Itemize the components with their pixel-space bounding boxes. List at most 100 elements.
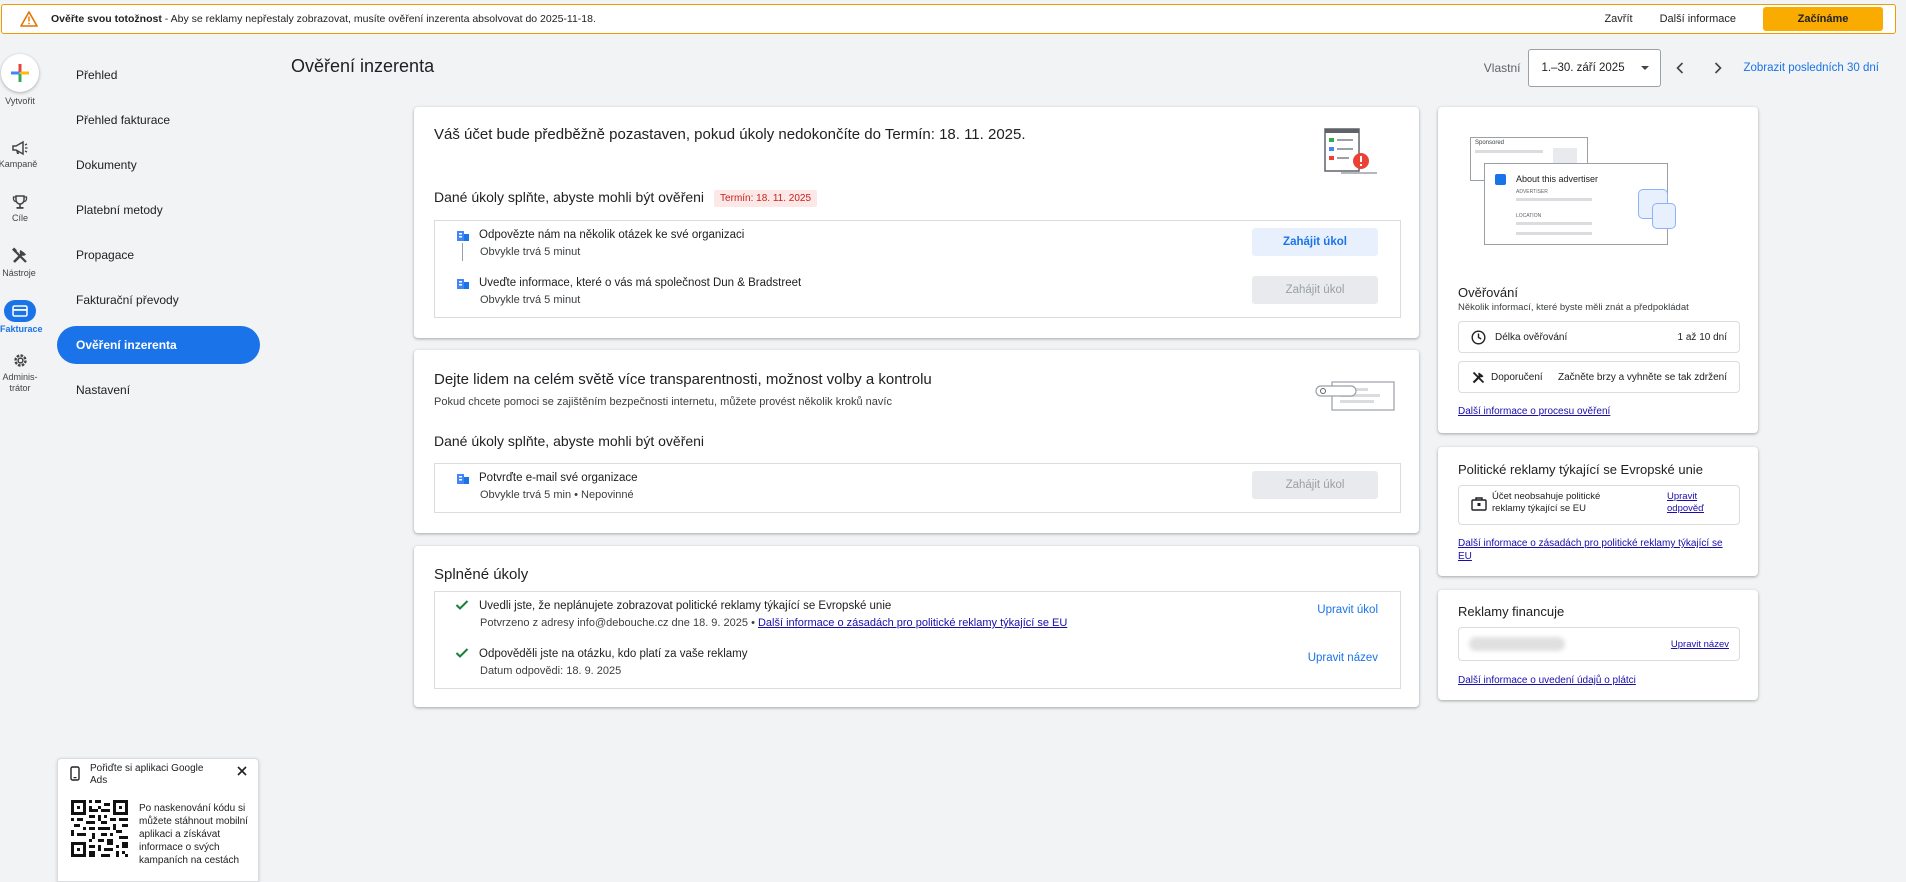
promo-text: Po naskenování kódu si můžete stáhnout m… xyxy=(139,803,248,866)
date-range-type-label: Vlastní xyxy=(1483,61,1521,75)
blurred-payer-name xyxy=(1469,637,1565,651)
section-title: Dané úkoly splňte, abyste mohli být ověř… xyxy=(434,189,818,207)
section-title-text: Dané úkoly splňte, abyste mohli být ověř… xyxy=(434,189,705,205)
task-list: Odpovězte nám na několik otázek ke své o… xyxy=(434,220,1401,318)
eu-political-policy-link[interactable]: Další informace o zásadách pro politické… xyxy=(1458,537,1738,563)
edit-payer-name-link[interactable]: Upravit název xyxy=(1671,639,1729,650)
rail-goals[interactable]: Cíle xyxy=(0,194,40,223)
nav-billing-overview[interactable]: Přehled fakturace xyxy=(57,101,260,139)
illustration-advertiser: ADVERTISER xyxy=(1516,189,1548,195)
rail-billing-label: Fakturace xyxy=(0,324,43,334)
transparency-subtitle: Pokud chcete pomoci se zajištěním bezpeč… xyxy=(434,396,892,408)
task-duration: Obvykle trvá 5 minut xyxy=(480,246,581,258)
eu-political-ads-row: Účet neobsahuje politické reklamy týkají… xyxy=(1458,485,1740,525)
completed-tasks-card: Splněné úkoly Uvedli jste, že neplánujet… xyxy=(414,546,1419,707)
illustration-location: LOCATION xyxy=(1516,213,1542,219)
nav-advertiser-verification[interactable]: Ověření inzerenta xyxy=(57,326,260,364)
show-last-30-days-link[interactable]: Zobrazit posledních 30 dní xyxy=(1743,62,1879,74)
edit-name-link[interactable]: Upravit název xyxy=(1308,652,1378,664)
eu-political-ads-card: Politické reklamy týkající se Evropské u… xyxy=(1438,447,1758,576)
phone-icon xyxy=(70,766,80,784)
eu-political-ads-status: Účet neobsahuje politické reklamy týkají… xyxy=(1492,491,1601,514)
start-task-button[interactable]: Zahájit úkol xyxy=(1252,228,1378,256)
nav-documents[interactable]: Dokumenty xyxy=(57,146,260,184)
rail-billing[interactable]: Fakturace xyxy=(0,300,43,334)
task-title: Uveďte informace, které o vás má společn… xyxy=(479,277,802,289)
date-controls: Vlastní 1.–30. září 2025 Zobrazit posled… xyxy=(1484,49,1906,87)
pending-tasks-card: Váš účet bude předběžně pozastaven, poku… xyxy=(414,107,1419,338)
verification-process-link[interactable]: Další informace o procesu ověření xyxy=(1458,406,1610,417)
completed-task-title: Odpověděli jste na otázku, kdo platí za … xyxy=(479,648,748,660)
banner-close-button[interactable]: Zavřít xyxy=(1604,13,1632,25)
nav-billing-transfers[interactable]: Fakturační převody xyxy=(57,281,260,319)
nav-settings[interactable]: Nastavení xyxy=(57,371,260,409)
date-range-select[interactable]: 1.–30. září 2025 xyxy=(1528,49,1662,87)
rail-create[interactable]: Vytvořit xyxy=(0,54,40,106)
transparency-title: Dejte lidem na celém světě více transpar… xyxy=(434,371,932,388)
rail-create-label: Vytvořit xyxy=(5,96,35,106)
building-icon xyxy=(457,277,469,289)
checkmark-icon xyxy=(455,599,469,611)
tools-icon xyxy=(1471,370,1486,388)
verification-duration-row: Délka ověřování 1 až 10 dní xyxy=(1458,321,1740,353)
task-connector xyxy=(462,243,463,261)
task-duration: Obvykle trvá 5 min • Nepovinné xyxy=(480,489,634,501)
completed-task-title: Uvedli jste, že neplánujete zobrazovat p… xyxy=(479,600,892,612)
rail-admin[interactable]: Adminis-trátor xyxy=(0,352,40,394)
chevron-right-icon xyxy=(1715,62,1723,74)
task-title: Odpovězte nám na několik otázek ke své o… xyxy=(479,229,745,241)
dropdown-arrow-icon xyxy=(1640,62,1650,74)
rail-admin-label: Adminis-trátor xyxy=(2,372,38,393)
gear-icon xyxy=(0,352,40,369)
section-title: Dané úkoly splňte, abyste mohli být ověř… xyxy=(434,433,705,449)
task-title: Potvrďte e-mail své organizace xyxy=(479,472,638,484)
duration-label: Délka ověřování xyxy=(1495,332,1568,343)
eu-policy-link[interactable]: Další informace o zásadách pro politické… xyxy=(758,617,1067,629)
banner-start-button[interactable]: Začínáme xyxy=(1763,7,1883,31)
illustration-line xyxy=(1475,150,1543,153)
nav-overview[interactable]: Přehled xyxy=(57,56,260,94)
task-list: Potvrďte e-mail své organizace Obvykle t… xyxy=(434,463,1401,513)
task-item: Uveďte informace, které o vás má společn… xyxy=(435,269,1400,313)
banner-more-info-button[interactable]: Další informace xyxy=(1660,13,1736,25)
edit-answer-link[interactable]: Upravit odpověď xyxy=(1667,491,1717,515)
create-button[interactable] xyxy=(1,54,39,92)
illustration-about: About this advertiser xyxy=(1516,174,1599,184)
completed-title: Splněné úkoly xyxy=(434,566,529,583)
date-range-value: 1.–30. září 2025 xyxy=(1541,62,1625,74)
confirmation-text: Potvrzeno z adresy info@debouche.cz dne … xyxy=(480,617,758,629)
recommendation-value: Začněte brzy a vyhněte se tak zdržení xyxy=(1558,372,1727,383)
building-icon xyxy=(457,472,469,484)
verification-banner: Ověřte svou totožnost - Aby se reklamy n… xyxy=(1,4,1896,34)
tools-icon xyxy=(0,247,40,265)
recommendation-label: Doporučení xyxy=(1491,372,1543,383)
megaphone-icon xyxy=(0,140,40,156)
page-title: Ověření inzerenta xyxy=(291,56,435,76)
deadline-badge: Termín: 18. 11. 2025 xyxy=(714,189,818,207)
credit-card-icon xyxy=(4,300,36,322)
previous-period-button[interactable] xyxy=(1661,49,1699,87)
verification-info-card: Sponsored About this advertiser ADVERTIS… xyxy=(1438,107,1758,433)
nav-promotions[interactable]: Propagace xyxy=(57,236,260,274)
close-icon[interactable] xyxy=(236,765,248,780)
start-task-button-disabled: Zahájit úkol xyxy=(1252,471,1378,499)
rail-goals-label: Cíle xyxy=(11,213,28,223)
rail-campaigns[interactable]: Kampaně xyxy=(0,140,40,169)
completed-task-sub: Datum odpovědi: 18. 9. 2025 xyxy=(480,665,622,677)
illustration-sponsored: Sponsored xyxy=(1475,140,1505,146)
mobile-app-promo: Pořiďte si aplikaci Google Ads Po nasken… xyxy=(57,758,259,882)
verification-recommendation-row: Doporučení Začněte brzy a vyhněte se tak… xyxy=(1458,361,1740,393)
warning-icon xyxy=(19,10,39,28)
clock-icon xyxy=(1471,330,1486,348)
next-period-button[interactable] xyxy=(1699,49,1737,87)
rail-tools[interactable]: Nástroje xyxy=(0,247,40,278)
nav-payment-methods[interactable]: Platební metody xyxy=(57,191,260,229)
trophy-icon xyxy=(0,194,40,210)
ads-funded-by-title: Reklamy financuje xyxy=(1458,604,1565,619)
task-item: Potvrďte e-mail své organizace Obvykle t… xyxy=(435,464,1400,508)
edit-task-link[interactable]: Upravit úkol xyxy=(1317,604,1378,616)
completed-list: Uvedli jste, že neplánujete zobrazovat p… xyxy=(434,591,1401,689)
duration-value: 1 až 10 dní xyxy=(1677,332,1727,343)
payer-info-link[interactable]: Další informace o uvedení údajů o plátci xyxy=(1458,675,1636,686)
banner-text: - Aby se reklamy nepřestaly zobrazovat, … xyxy=(161,13,596,25)
